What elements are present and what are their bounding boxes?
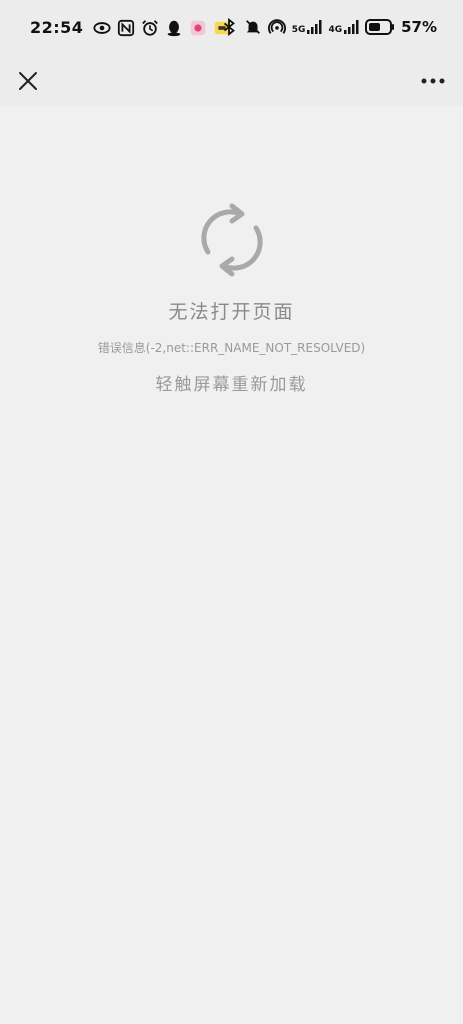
more-options-button[interactable] — [415, 63, 451, 99]
signal-bars-icon-2 — [344, 20, 359, 34]
close-button[interactable] — [10, 63, 46, 99]
status-bar-left: 22:54 — [30, 18, 231, 37]
qq-icon — [168, 20, 181, 36]
signal-bars-icon — [307, 20, 322, 34]
app-pink-icon — [191, 20, 206, 35]
network-4g-label: 4G — [328, 25, 343, 35]
battery-icon — [365, 19, 395, 35]
status-bar-right: 5G 4G 57% — [220, 18, 437, 36]
top-nav-bar — [0, 56, 463, 106]
error-detail: 错误信息(-2,net::ERR_NAME_NOT_RESOLVED) — [97, 341, 366, 355]
signal-5g-icon: 5G — [292, 19, 323, 35]
close-icon — [19, 72, 37, 90]
battery-percent: 57% — [401, 18, 437, 36]
refresh-icon — [201, 203, 263, 277]
status-time: 22:54 — [30, 18, 84, 37]
eye-icon — [93, 21, 111, 34]
more-icon — [421, 78, 445, 84]
tap-to-reload[interactable]: 轻触屏幕重新加载 — [0, 370, 463, 395]
error-page[interactable]: 无法打开页面 错误信息(-2,net::ERR_NAME_NOT_RESOLVE… — [0, 106, 463, 1024]
network-5g-label: 5G — [291, 25, 306, 35]
status-bar: 22:54 5G 4G 57% — [0, 0, 463, 56]
nfc-icon — [118, 19, 135, 36]
alarm-icon — [142, 19, 159, 36]
hotspot-icon — [267, 19, 286, 34]
bluetooth-icon — [223, 18, 235, 36]
error-title: 无法打开页面 — [168, 301, 295, 323]
mute-icon — [245, 20, 260, 34]
signal-4g-icon: 4G — [328, 19, 359, 35]
